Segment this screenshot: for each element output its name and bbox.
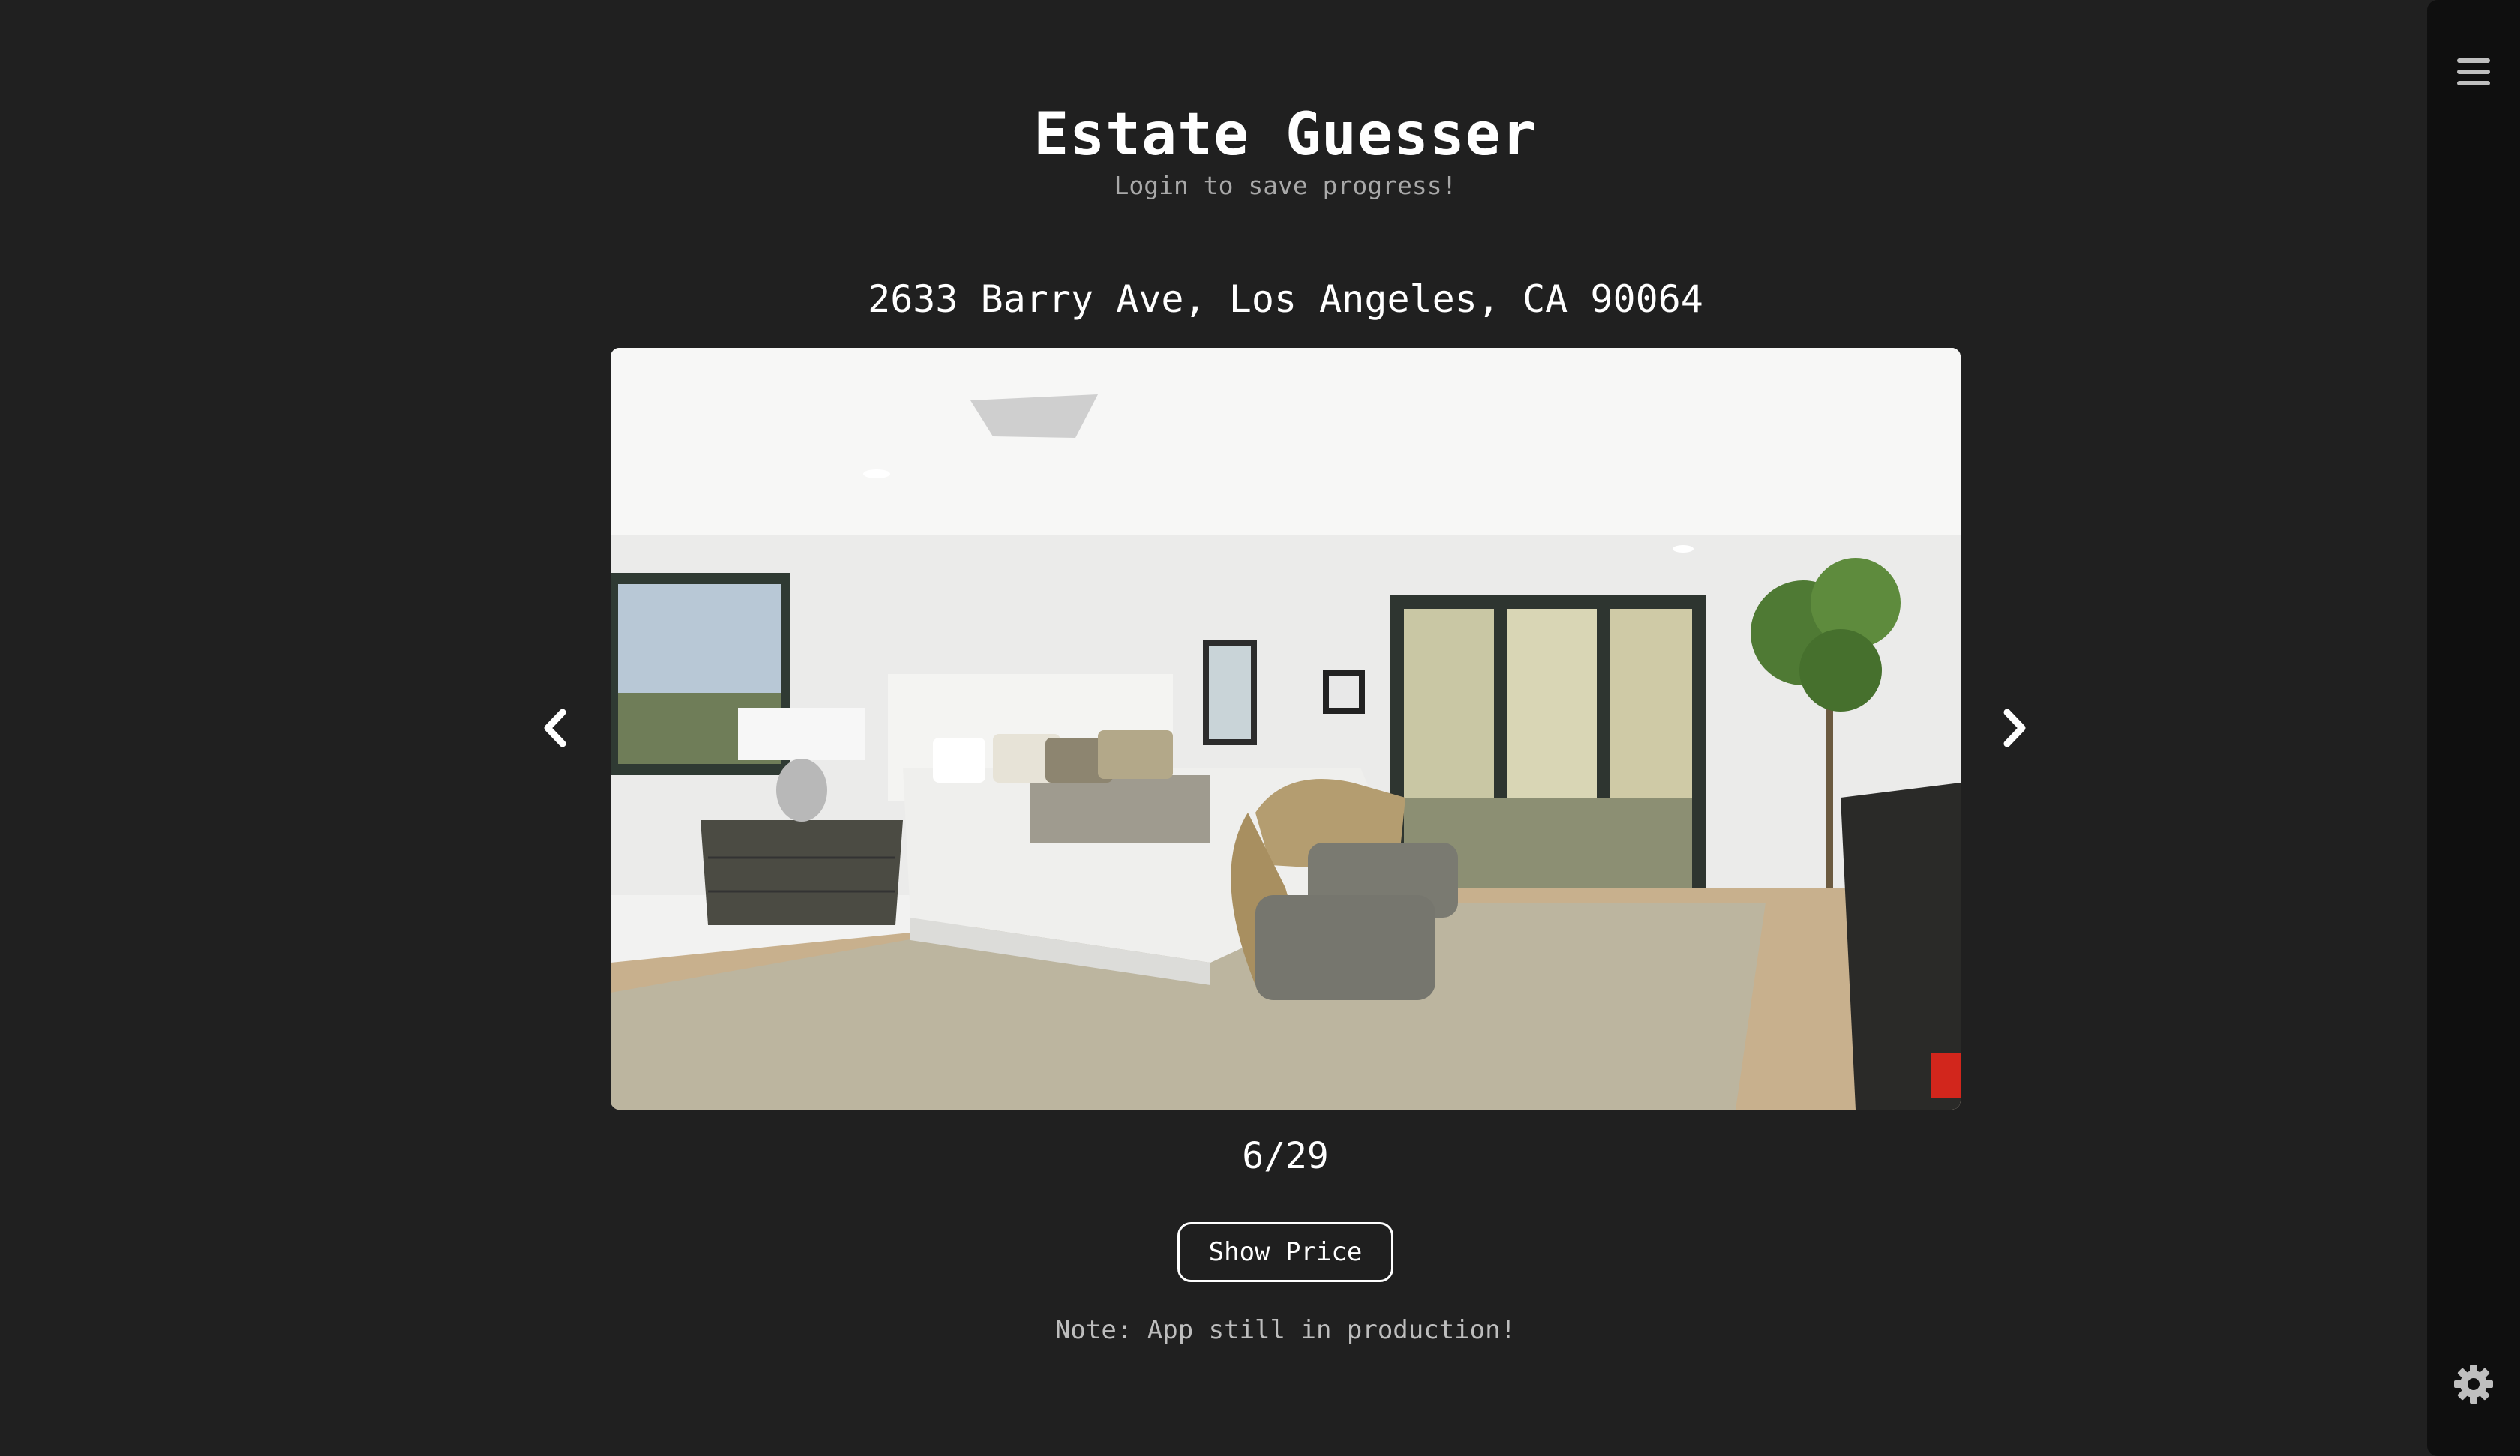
- chevron-right-icon[interactable]: [1988, 702, 2040, 754]
- listing-address: 2633 Barry Ave, Los Angeles, CA 90064: [868, 277, 1703, 321]
- photo-counter: 6/29: [1242, 1135, 1329, 1177]
- sidebar: [2427, 0, 2520, 1456]
- app-title: Estate Guesser: [1034, 101, 1538, 169]
- hamburger-menu-icon[interactable]: [2454, 52, 2493, 91]
- main-content: Estate Guesser Login to save progress! 2…: [0, 0, 2427, 1456]
- production-note: Note: App still in production!: [1054, 1315, 1516, 1345]
- listing-photo: [610, 348, 1960, 1110]
- login-prompt[interactable]: Login to save progress!: [0, 169, 2520, 202]
- gear-icon[interactable]: [2452, 1363, 2494, 1405]
- chevron-left-icon[interactable]: [530, 702, 582, 754]
- show-price-button[interactable]: Show Price: [1178, 1222, 1394, 1282]
